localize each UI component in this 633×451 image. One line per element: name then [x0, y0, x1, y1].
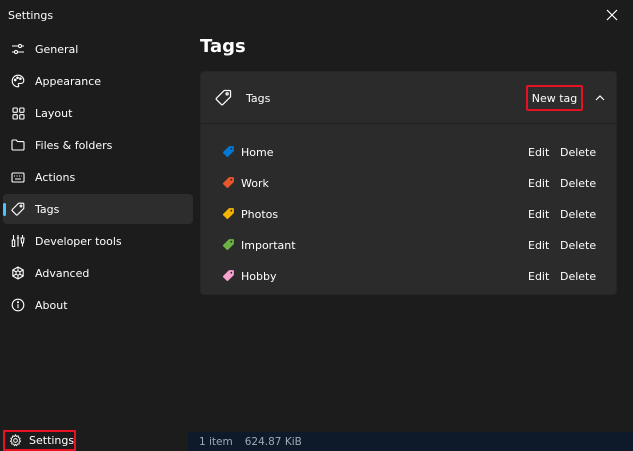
gear-icon [9, 434, 22, 448]
tags-card: Tags New tag Home Edit Delete Work Edit … [200, 71, 617, 295]
sidebar-item-advanced[interactable]: Advanced [3, 258, 193, 288]
tag-row-home: Home Edit Delete [201, 136, 616, 167]
tag-row-work: Work Edit Delete [201, 167, 616, 198]
info-icon [8, 295, 28, 315]
tag-row-hobby: Hobby Edit Delete [201, 260, 616, 291]
edit-tag-button[interactable]: Edit [528, 270, 549, 283]
tag-row-important: Important Edit Delete [201, 229, 616, 260]
edit-tag-button[interactable]: Edit [528, 239, 549, 252]
sidebar-item-label: Files & folders [35, 138, 113, 152]
tag-list: Home Edit Delete Work Edit Delete Photos… [201, 124, 616, 291]
settings-footer-label: Settings [29, 434, 75, 447]
sidebar-item-label: Advanced [35, 266, 90, 280]
page-title: Tags [200, 36, 246, 57]
sidebar-item-general[interactable]: General [3, 34, 193, 64]
tag-name: Work [241, 177, 269, 190]
delete-tag-button[interactable]: Delete [560, 146, 596, 159]
new-tag-button[interactable]: New tag [526, 85, 583, 111]
settings-footer-button[interactable]: Settings [3, 430, 76, 451]
tags-card-header[interactable]: Tags New tag [201, 72, 616, 124]
collapse-button[interactable] [592, 90, 608, 106]
tag-name: Hobby [241, 270, 277, 283]
tag-name: Important [241, 239, 296, 252]
tag-color-icon [222, 269, 235, 282]
sidebar-item-developer-tools[interactable]: Developer tools [3, 226, 193, 256]
sidebar-item-label: Actions [35, 170, 76, 184]
advanced-icon [8, 263, 28, 283]
delete-tag-button[interactable]: Delete [560, 239, 596, 252]
edit-tag-button[interactable]: Edit [528, 177, 549, 190]
close-button[interactable] [601, 5, 623, 25]
tag-icon [215, 89, 232, 106]
sidebar-item-appearance[interactable]: Appearance [3, 66, 193, 96]
palette-icon [8, 71, 28, 91]
tag-color-icon [222, 176, 235, 189]
sidebar-item-files-folders[interactable]: Files & folders [3, 130, 193, 160]
delete-tag-button[interactable]: Delete [560, 208, 596, 221]
sidebar-item-about[interactable]: About [3, 290, 193, 320]
keyboard-icon [8, 167, 28, 187]
card-title: Tags [246, 92, 271, 105]
tag-color-icon [222, 238, 235, 251]
delete-tag-button[interactable]: Delete [560, 177, 596, 190]
window-title: Settings [8, 9, 54, 22]
edit-tag-button[interactable]: Edit [528, 146, 549, 159]
sidebar-item-label: Tags [35, 202, 60, 216]
tag-icon [8, 199, 28, 219]
grid-icon [8, 103, 28, 123]
developer-tools-icon [8, 231, 28, 251]
sidebar-item-label: About [35, 298, 68, 312]
tag-name: Photos [241, 208, 279, 221]
status-bar: 1 item 624.87 KiB [188, 432, 633, 451]
selection-size: 624.87 KiB [244, 435, 302, 448]
sidebar-item-layout[interactable]: Layout [3, 98, 193, 128]
sidebar-item-label: General [35, 42, 79, 56]
tag-color-icon [222, 207, 235, 220]
sidebar-item-label: Developer tools [35, 234, 122, 248]
item-count: 1 item [199, 435, 233, 448]
sidebar: General Appearance Layout Files & folder… [0, 34, 196, 322]
title-bar: Settings [0, 0, 633, 32]
close-icon [606, 9, 618, 21]
sidebar-item-label: Appearance [35, 74, 102, 88]
sidebar-item-label: Layout [35, 106, 73, 120]
sidebar-item-actions[interactable]: Actions [3, 162, 193, 192]
sidebar-item-tags[interactable]: Tags [3, 194, 193, 224]
sliders-icon [8, 39, 28, 59]
chevron-up-icon [595, 95, 605, 101]
tag-name: Home [241, 146, 274, 159]
edit-tag-button[interactable]: Edit [528, 208, 549, 221]
tag-color-icon [222, 145, 235, 158]
delete-tag-button[interactable]: Delete [560, 270, 596, 283]
folder-icon [8, 135, 28, 155]
tag-row-photos: Photos Edit Delete [201, 198, 616, 229]
